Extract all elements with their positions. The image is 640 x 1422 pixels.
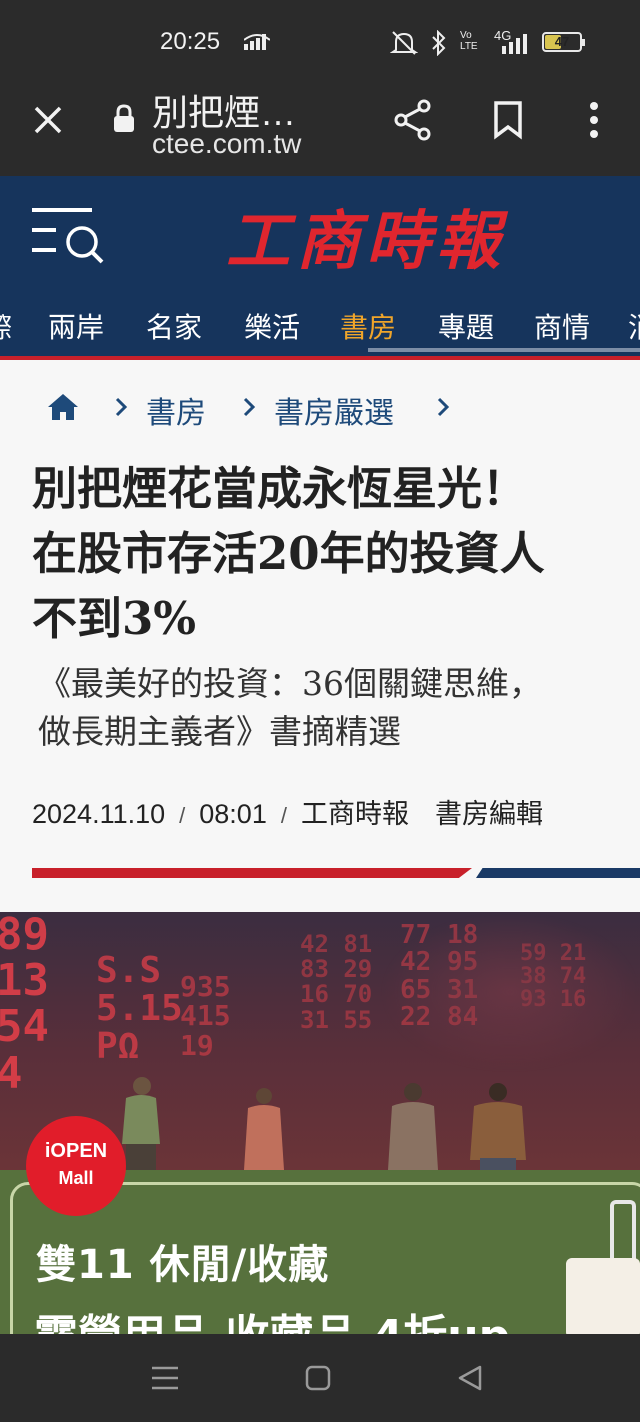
more-options-icon[interactable]	[584, 100, 604, 140]
home-button-icon[interactable]	[304, 1364, 332, 1392]
site-header: 工商時報	[0, 176, 640, 296]
browser-toolbar: 別把煙… ctee.com.tw	[0, 76, 640, 176]
article-header: 書房 書房嚴選 別把煙花當成永恆星光！ 在股市存活20年的投資人 不到3% 《最…	[0, 360, 640, 912]
stock-ticker-decor: 89 13 54 4	[0, 912, 49, 1099]
battery-icon: 47	[542, 32, 585, 52]
article-source: 工商時報	[300, 799, 409, 829]
article-title-line: 在股市存活20年的投資人	[32, 527, 545, 580]
status-time: 20:25	[160, 28, 221, 55]
stock-ticker-decor: 42 81 83 29 16 70 31 55	[300, 930, 373, 1034]
stock-ticker-decor: S.S 5.15 ΡΩ	[96, 950, 183, 1067]
bookmark-icon[interactable]	[492, 100, 524, 140]
close-icon[interactable]	[30, 102, 66, 138]
article-title: 別把煙花當成永恆星光！ 在股市存活20年的投資人 不到3%	[32, 456, 640, 651]
person-figure	[470, 1083, 526, 1170]
breadcrumb-books-selection[interactable]: 書房嚴選	[274, 388, 394, 432]
nav-item-columnists[interactable]: 名家	[146, 306, 202, 346]
person-figure	[244, 1088, 284, 1170]
nav-item-business[interactable]: 商情	[534, 306, 590, 346]
nav-item-features[interactable]: 專題	[438, 306, 494, 346]
article-subtitle-line: 《最美好的投資：36個關鍵思維，	[38, 664, 542, 703]
back-icon[interactable]	[456, 1364, 484, 1392]
article-meta: 2024.11.10/08:01/工商時報 書房編輯	[32, 799, 543, 829]
title-divider-blue	[476, 868, 640, 878]
ad-brand-badge[interactable]: iOPEN Mall	[26, 1116, 126, 1216]
ad-brand-line1: iOPEN	[44, 1140, 108, 1162]
mute-icon	[390, 31, 418, 55]
article-date: 2024.11.10	[32, 799, 166, 829]
title-divider-red	[32, 868, 472, 878]
cell-signal-icon	[502, 34, 527, 54]
article-subtitle: 《最美好的投資：36個關鍵思維， 做長期主義者》書摘精選	[38, 660, 640, 756]
nav-item-consumer[interactable]: 消	[628, 306, 640, 346]
stock-ticker-decor: 935 415 19	[180, 970, 231, 1062]
nav-item-books[interactable]: 書房	[340, 306, 396, 346]
article-time: 08:01	[199, 799, 267, 829]
article-author: 書房編輯	[434, 799, 543, 829]
lock-icon[interactable]	[112, 104, 136, 134]
chevron-right-icon	[243, 397, 256, 417]
volte-indicator: Vo LTE	[460, 30, 478, 52]
article-title-line: 別把煙花當成永恆星光！	[32, 462, 528, 515]
ad-headline[interactable]: 雙11 休閒/收藏	[36, 1232, 329, 1290]
status-bar: 20:25 Vo LTE 4G 47	[0, 0, 640, 76]
category-nav: 際 兩岸 名家 樂活 書房 專題 商情 消	[0, 296, 640, 356]
breadcrumb: 書房 書房嚴選	[0, 388, 640, 431]
site-logo[interactable]: 工商時報	[226, 190, 506, 282]
breadcrumb-books[interactable]: 書房	[146, 388, 206, 432]
home-icon[interactable]	[46, 392, 80, 422]
ad-brand-line2: Mall	[58, 1168, 94, 1188]
recent-apps-icon[interactable]	[150, 1364, 180, 1392]
chevron-right-icon	[115, 397, 128, 417]
system-nav-bar	[0, 1334, 640, 1422]
ad-product-image	[566, 1258, 640, 1334]
nav-item-international[interactable]: 際	[0, 306, 12, 346]
chevron-right-icon	[437, 397, 450, 417]
battery-percent: 47	[554, 34, 570, 49]
person-figure	[388, 1083, 438, 1170]
article-title-line: 不到3%	[32, 592, 197, 645]
menu-search-icon[interactable]	[30, 206, 106, 264]
bluetooth-icon	[432, 30, 446, 56]
nav-scroll-indicator	[368, 348, 640, 352]
share-icon[interactable]	[392, 98, 434, 142]
signal-strength-icon	[244, 34, 270, 50]
nav-item-lifestyle[interactable]: 樂活	[244, 306, 300, 346]
page-domain[interactable]: ctee.com.tw	[152, 128, 301, 160]
ad-subline[interactable]: 露營用品 收藏品 4折up	[34, 1300, 510, 1334]
nav-item-cross-strait[interactable]: 兩岸	[48, 306, 104, 346]
article-subtitle-line: 做長期主義者》書摘精選	[38, 712, 401, 751]
